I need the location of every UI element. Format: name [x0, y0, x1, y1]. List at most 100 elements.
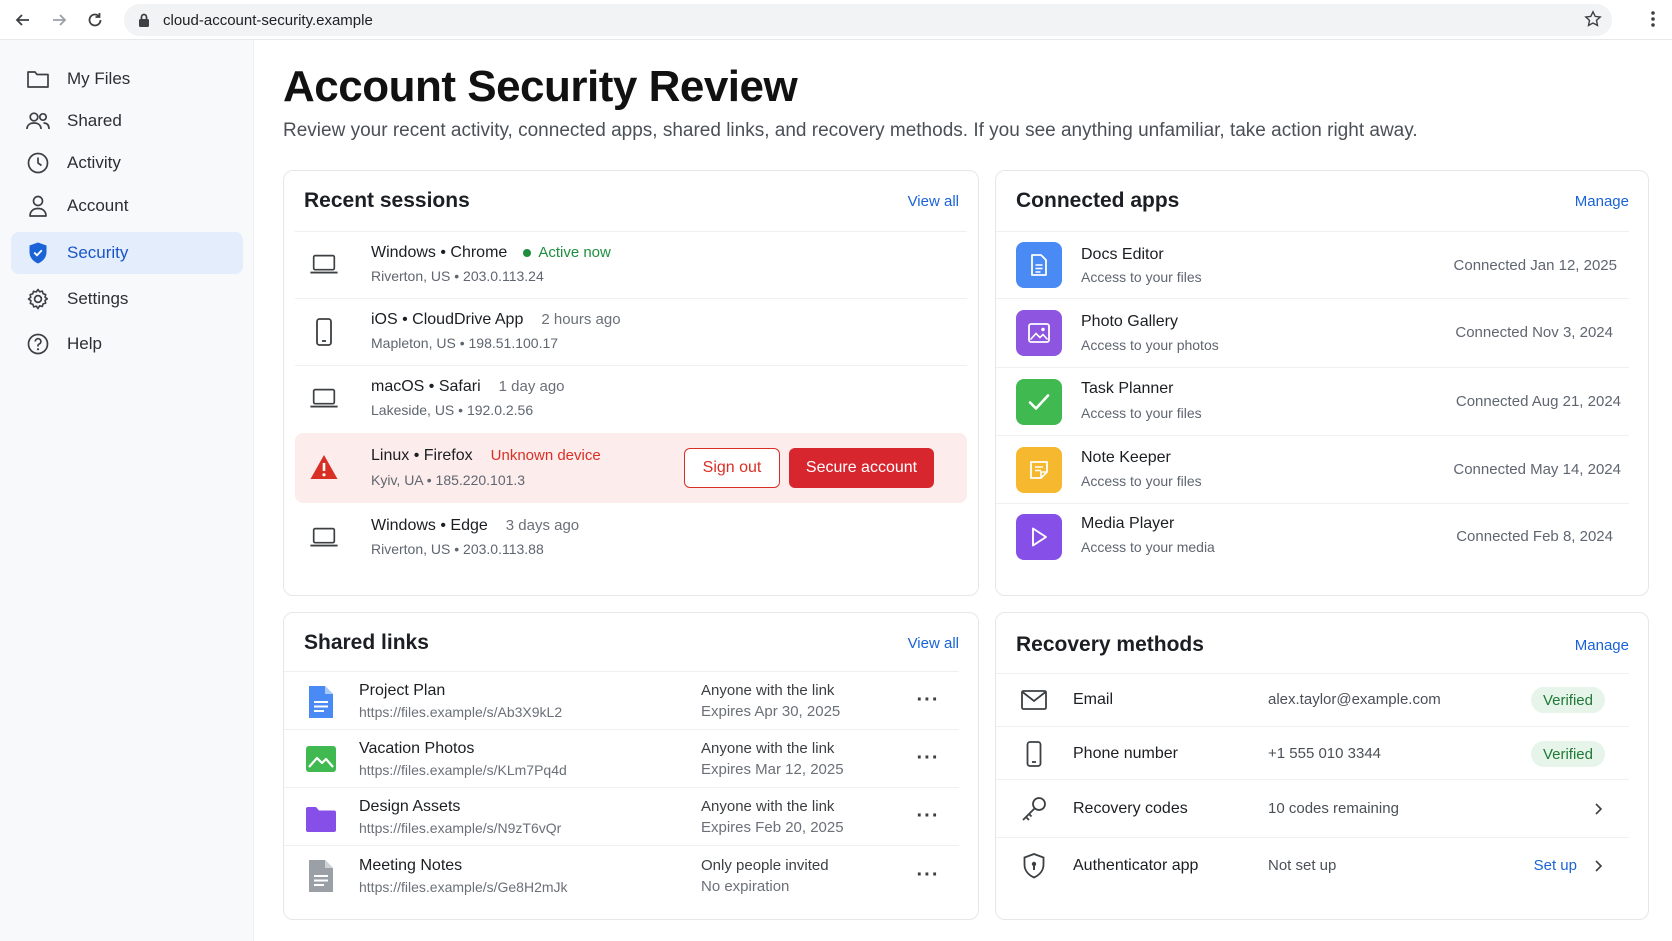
more-options-icon[interactable]: ···	[915, 689, 941, 711]
sidebar-item-activity[interactable]: Activity	[11, 142, 243, 184]
mail-icon	[1018, 684, 1050, 716]
more-options-icon[interactable]: ···	[915, 805, 941, 827]
sidebar-item-shared[interactable]: Shared	[11, 100, 243, 142]
sidebar-item-settings[interactable]: Settings	[11, 278, 243, 320]
shared-link-row[interactable]: Design Assets https://files.example/s/N9…	[284, 787, 959, 845]
session-location: Kyiv, UA • 185.220.101.3	[371, 472, 526, 488]
app-row[interactable]: Task Planner Access to your files Connec…	[996, 367, 1629, 435]
checkmark-icon	[1016, 379, 1062, 425]
secure-account-button[interactable]: Secure account	[789, 448, 934, 488]
app-name: Photo Gallery	[1081, 313, 1178, 330]
session-row-unknown-device[interactable]: Linux • Firefox Unknown device Kyiv, UA •…	[295, 433, 967, 503]
app-row[interactable]: Note Keeper Access to your files Connect…	[996, 435, 1629, 503]
verified-badge: Verified	[1530, 687, 1605, 713]
more-options-icon[interactable]: ···	[915, 747, 941, 769]
folder-file-icon	[304, 800, 338, 838]
session-device: iOS • CloudDrive App	[371, 311, 524, 328]
link-access: Anyone with the link	[701, 682, 835, 699]
user-icon	[25, 193, 51, 219]
link-expiration: Expires Mar 12, 2025	[701, 761, 844, 778]
page-subtitle: Review your recent activity, connected a…	[283, 120, 1418, 141]
sign-out-button[interactable]: Sign out	[684, 448, 780, 488]
chevron-right-icon[interactable]	[1589, 857, 1607, 875]
app-row[interactable]: Photo Gallery Access to your photos Conn…	[996, 298, 1629, 367]
note-icon	[1016, 447, 1062, 493]
shared-link-row[interactable]: Vacation Photos https://files.example/s/…	[284, 729, 959, 787]
card-title: Connected apps	[1016, 189, 1180, 212]
sidebar-item-help[interactable]: Help	[11, 323, 243, 365]
shared-link-row[interactable]: Project Plan https://files.example/s/Ab3…	[284, 671, 959, 729]
link-expiration: No expiration	[701, 878, 790, 895]
app-row[interactable]: Media Player Access to your media Connec…	[996, 503, 1629, 573]
set-up-link[interactable]: Set up	[1534, 857, 1577, 874]
session-row[interactable]: iOS • CloudDrive App 2 hours ago Mapleton…	[295, 298, 967, 365]
session-status: 2 hours ago	[541, 311, 621, 328]
recovery-methods-card: Recovery methods Manage Email alex.taylo…	[995, 612, 1649, 920]
session-device: Linux • Firefox	[371, 447, 473, 464]
session-row[interactable]: Windows • Edge 3 days ago Riverton, US • …	[295, 503, 967, 575]
app-name: Note Keeper	[1081, 449, 1171, 466]
session-location: Riverton, US • 203.0.113.88	[371, 541, 544, 557]
link-name: Vacation Photos	[359, 740, 475, 757]
shared-links-card: Shared links View all Project Plan https…	[283, 612, 979, 920]
shared-link-row[interactable]: Meeting Notes https://files.example/s/Ge…	[284, 845, 959, 907]
recovery-row[interactable]: Phone number +1 555 010 3344 Verified	[996, 726, 1629, 779]
app-row[interactable]: Docs Editor Access to your files Connect…	[996, 231, 1629, 298]
recovery-row[interactable]: Recovery codes 10 codes remaining	[996, 779, 1629, 837]
sidebar-item-my-files[interactable]: My Files	[11, 58, 243, 100]
session-location: Mapleton, US • 198.51.100.17	[371, 335, 559, 351]
lock-icon	[137, 12, 151, 28]
card-title: Recent sessions	[304, 189, 470, 212]
notes-file-icon	[304, 857, 338, 895]
photo-file-icon	[304, 740, 338, 778]
warning-triangle-icon	[309, 452, 339, 482]
card-title: Shared links	[304, 631, 429, 654]
apps-manage-link[interactable]: Manage	[1575, 193, 1629, 210]
link-access: Anyone with the link	[701, 740, 835, 757]
bookmark-star-icon[interactable]	[1584, 10, 1602, 28]
browser-toolbar: cloud-account-security.example	[0, 0, 1672, 40]
app-description: Access to your files	[1081, 269, 1202, 285]
recovery-method-value: 10 codes remaining	[1268, 800, 1399, 817]
more-options-icon[interactable]: ···	[915, 864, 941, 886]
chevron-right-icon[interactable]	[1589, 800, 1607, 818]
session-row[interactable]: macOS • Safari 1 day ago Lakeside, US • 1…	[295, 365, 967, 432]
app-name: Docs Editor	[1081, 246, 1164, 263]
laptop-icon	[309, 250, 339, 280]
session-status: Active now	[523, 244, 611, 261]
play-icon	[1016, 514, 1062, 560]
app-description: Access to your files	[1081, 473, 1202, 489]
app-description: Access to your media	[1081, 539, 1215, 555]
sessions-view-all-link[interactable]: View all	[908, 193, 959, 210]
sidebar: My Files Shared Activity Account Securit…	[0, 40, 254, 941]
app-connected-date: Connected May 14, 2024	[1453, 461, 1621, 478]
reload-button[interactable]	[82, 7, 108, 33]
active-status-dot	[523, 249, 532, 258]
app-name: Task Planner	[1081, 380, 1174, 397]
recovery-manage-link[interactable]: Manage	[1575, 637, 1629, 654]
recovery-method-value: +1 555 010 3344	[1268, 745, 1382, 762]
reload-icon	[88, 12, 102, 26]
recovery-row[interactable]: Authenticator app Not set up Set up	[996, 837, 1629, 895]
recovery-method-name: Authenticator app	[1073, 857, 1199, 874]
address-bar[interactable]: cloud-account-security.example	[124, 4, 1612, 36]
session-row[interactable]: Windows • Chrome Active now Riverton, US …	[295, 231, 967, 298]
link-url: https://files.example/s/KLm7Pq4d	[359, 762, 567, 778]
link-name: Project Plan	[359, 682, 446, 699]
back-button[interactable]	[10, 7, 36, 33]
sidebar-item-security[interactable]: Security	[11, 232, 243, 274]
link-expiration: Expires Feb 20, 2025	[701, 819, 844, 836]
recovery-row[interactable]: Email alex.taylor@example.com Verified	[996, 673, 1629, 726]
recovery-method-value: alex.taylor@example.com	[1268, 691, 1441, 708]
sidebar-item-label: Account	[67, 196, 129, 215]
browser-menu-icon[interactable]	[1650, 10, 1656, 28]
links-view-all-link[interactable]: View all	[908, 635, 959, 652]
forward-button[interactable]	[46, 7, 72, 33]
recent-sessions-card: Recent sessions View all Windows • Chrom…	[283, 170, 979, 596]
sidebar-item-account[interactable]: Account	[11, 185, 243, 227]
gear-icon	[25, 286, 51, 312]
verified-badge: Verified	[1530, 741, 1605, 767]
laptop-icon	[309, 523, 339, 553]
app-description: Access to your files	[1081, 405, 1202, 421]
link-name: Design Assets	[359, 798, 461, 815]
